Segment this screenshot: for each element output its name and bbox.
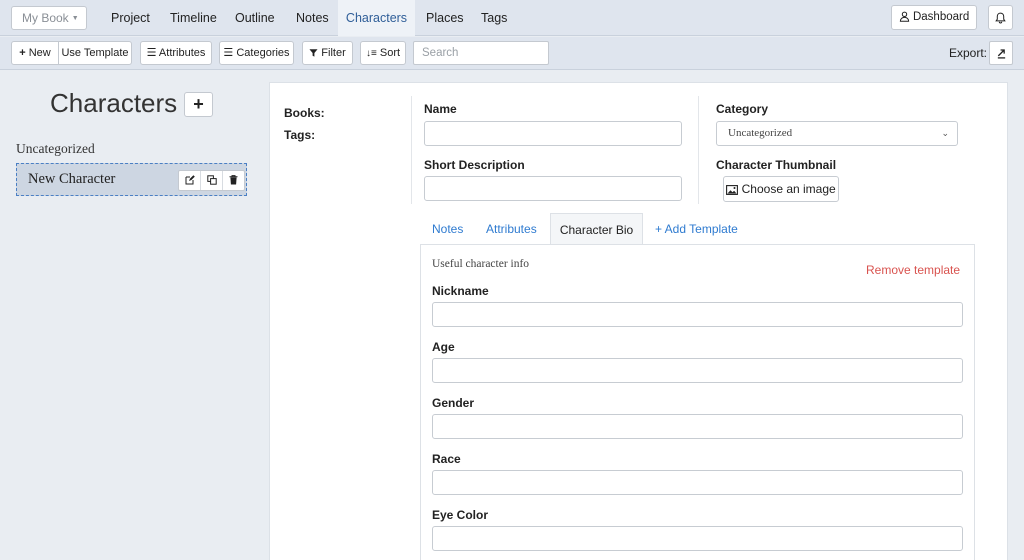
character-list-item[interactable]: New Character: [16, 163, 247, 196]
new-button[interactable]: + New: [11, 41, 59, 65]
nav-tab-notes[interactable]: Notes: [296, 0, 329, 36]
eye-color-label: Eye Color: [432, 508, 489, 522]
books-label: Books:: [284, 106, 325, 120]
character-name: New Character: [28, 171, 116, 187]
nav-tab-timeline[interactable]: Timeline: [170, 0, 217, 36]
age-label: Age: [432, 340, 455, 354]
category-select[interactable]: Uncategorized ⌄: [716, 121, 958, 146]
attributes-button[interactable]: ☰ Attributes: [140, 41, 212, 65]
category-heading: Uncategorized: [16, 141, 95, 156]
character-actions: [178, 170, 245, 191]
nickname-label: Nickname: [432, 284, 489, 298]
export-icon: [997, 49, 1005, 59]
sort-label: Sort: [379, 47, 401, 59]
filter-icon: [309, 49, 318, 57]
export-label: Export:: [949, 46, 988, 60]
categories-button[interactable]: ☰ Categories: [219, 41, 294, 65]
plus-icon: +: [193, 94, 204, 114]
new-label: New: [28, 47, 51, 59]
divider: [411, 96, 412, 204]
tags-label: Tags:: [284, 128, 316, 142]
dashboard-label: Dashboard: [912, 11, 970, 23]
chevron-down-icon: ⌄: [941, 128, 949, 138]
image-icon: [726, 184, 739, 195]
export-button[interactable]: [989, 41, 1013, 65]
attributes-label: Attributes: [158, 47, 206, 59]
thumbnail-label: Character Thumbnail: [716, 158, 837, 172]
use-template-button[interactable]: Use Template: [58, 41, 132, 65]
divider: [698, 96, 699, 204]
filter-label: Filter: [321, 47, 346, 59]
edit-icon: [185, 175, 195, 185]
user-icon: [899, 12, 909, 23]
nav-tab-project[interactable]: Project: [111, 0, 150, 36]
nav-tab-tags[interactable]: Tags: [481, 0, 507, 36]
sort-button[interactable]: ↓≡ Sort: [360, 41, 406, 65]
short-description-label: Short Description: [424, 158, 525, 172]
book-selector-label: My Book: [22, 11, 69, 25]
category-select-value: Uncategorized: [728, 127, 793, 139]
remove-template-link[interactable]: Remove template: [866, 263, 960, 277]
choose-image-label: Choose an image: [741, 182, 836, 196]
gender-input[interactable]: [432, 414, 963, 439]
name-label: Name: [424, 102, 457, 116]
search-input[interactable]: [413, 41, 549, 65]
sidebar-title: Characters: [50, 88, 178, 118]
tab-notes[interactable]: Notes: [432, 213, 463, 245]
dashboard-button[interactable]: Dashboard: [891, 5, 977, 30]
list-icon: ☰: [146, 47, 157, 59]
trash-icon: [229, 175, 238, 185]
add-character-button[interactable]: +: [184, 92, 213, 117]
race-input[interactable]: [432, 470, 963, 495]
name-input[interactable]: [424, 121, 682, 146]
category-label: Category: [716, 102, 769, 116]
race-label: Race: [432, 452, 461, 466]
choose-image-button[interactable]: Choose an image: [723, 176, 839, 202]
caret-down-icon: ▼: [71, 15, 79, 22]
nav-tab-outline[interactable]: Outline: [235, 0, 275, 36]
delete-button[interactable]: [223, 171, 244, 190]
book-selector[interactable]: My Book ▼: [11, 6, 87, 30]
tab-character-bio[interactable]: Character Bio: [550, 213, 643, 245]
edit-button[interactable]: [179, 171, 201, 190]
age-input[interactable]: [432, 358, 963, 383]
gender-label: Gender: [432, 396, 475, 410]
notifications-button[interactable]: [988, 5, 1013, 30]
nav-tab-characters[interactable]: Characters: [338, 0, 415, 36]
sort-icon: ↓≡: [365, 48, 377, 59]
nickname-input[interactable]: [432, 302, 963, 327]
nav-tab-places[interactable]: Places: [426, 0, 464, 36]
add-template-tab[interactable]: + Add Template: [655, 213, 738, 245]
tab-attributes[interactable]: Attributes: [486, 213, 537, 245]
tab-content: [420, 244, 975, 560]
copy-icon: [206, 175, 217, 186]
eye-color-input[interactable]: [432, 526, 963, 551]
plus-icon: +: [19, 47, 26, 59]
filter-button[interactable]: Filter: [302, 41, 353, 65]
categories-label: Categories: [236, 47, 290, 59]
toolbar: + New Use Template ☰ Attributes ☰ Catego…: [0, 37, 1024, 70]
template-description: Useful character info: [432, 258, 530, 270]
top-nav: My Book ▼ Project Timeline Outline Notes …: [0, 0, 1024, 36]
duplicate-button[interactable]: [201, 171, 223, 190]
bell-icon: [995, 12, 1006, 24]
list-icon: ☰: [223, 47, 234, 59]
short-description-input[interactable]: [424, 176, 682, 201]
